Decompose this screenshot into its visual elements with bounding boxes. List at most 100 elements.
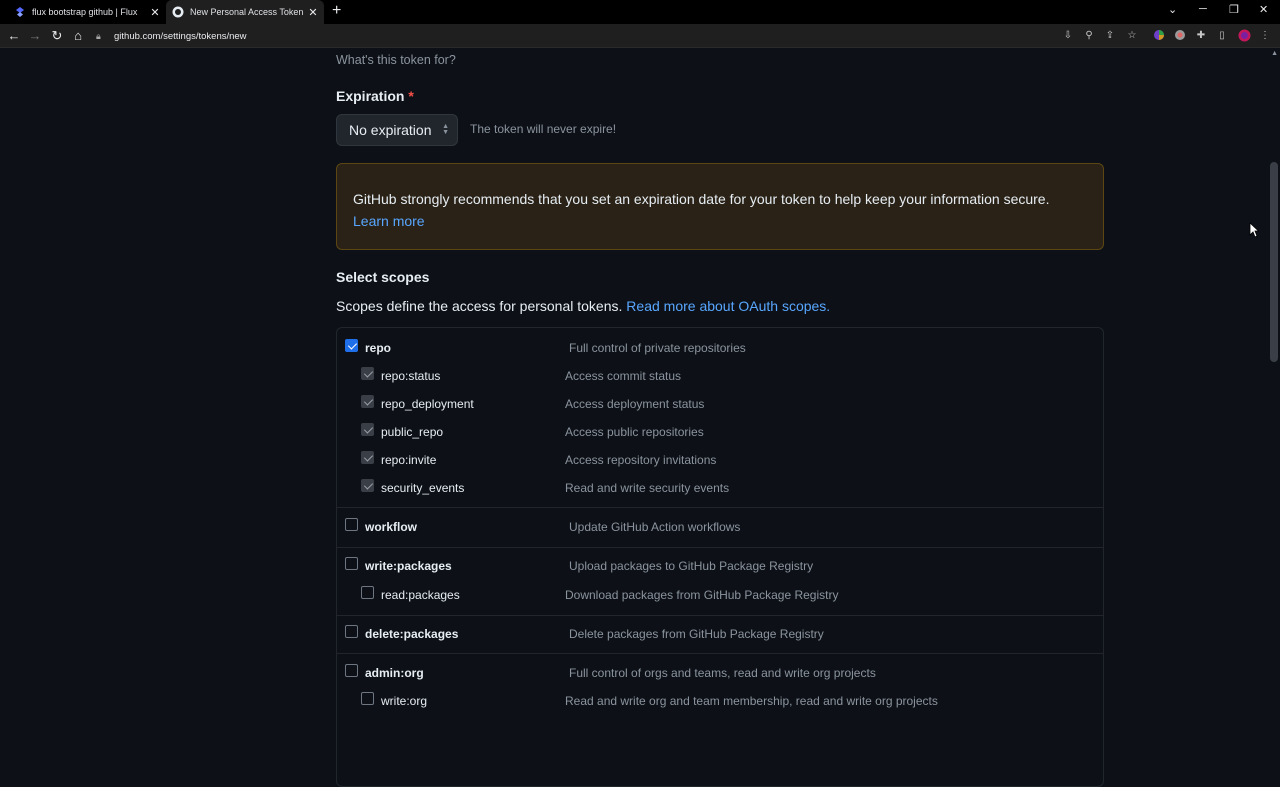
tab-flux[interactable]: flux bootstrap github | Flux ✕ [8, 0, 166, 24]
required-mark: * [408, 88, 414, 104]
scope-row: read:packages Download packages from Git… [337, 585, 1103, 607]
expiration-label: Expiration * [336, 88, 414, 104]
scope-row: repo_deployment Access deployment status [337, 394, 1103, 416]
scope-row: repo:status Access commit status [337, 366, 1103, 388]
extension-circle-icon[interactable] [1173, 29, 1187, 43]
github-favicon-icon [172, 6, 184, 18]
scope-name: repo:status [381, 369, 441, 383]
scope-group-workflow: workflow Update GitHub Action workflows [337, 508, 1103, 548]
tab-new-token[interactable]: New Personal Access Token (Clas ✕ [166, 0, 324, 24]
scope-name: write:packages [365, 559, 452, 573]
scope-checkbox-public-repo[interactable] [361, 423, 374, 436]
scope-description: Access public repositories [565, 425, 704, 439]
note-hint: What's this token for? [336, 53, 456, 67]
menu-kebab-icon[interactable]: ⋮ [1258, 29, 1272, 43]
scope-checkbox-repo-deployment[interactable] [361, 395, 374, 408]
scope-description: Access commit status [565, 369, 682, 383]
minimize-icon[interactable]: ─ [1199, 3, 1207, 15]
scope-row: delete:packages Delete packages from Git… [337, 624, 1103, 646]
scope-name: workflow [365, 520, 418, 534]
tab-title: New Personal Access Token (Clas [190, 7, 306, 17]
toolbar: ← → ↻ ⌂ 🔒︎ github.com/settings/tokens/ne… [0, 24, 1280, 48]
install-icon[interactable]: ⇩ [1061, 29, 1075, 43]
scope-row: write:packages Upload packages to GitHub… [337, 556, 1103, 578]
url-text: github.com/settings/tokens/new [114, 30, 247, 42]
scope-checkbox-read-packages[interactable] [361, 586, 374, 599]
scopes-title: Select scopes [336, 269, 430, 285]
scope-row: repo Full control of private repositorie… [337, 338, 1103, 360]
scope-row: public_repo Access public repositories [337, 422, 1103, 444]
expiration-selected-value: No expiration [349, 122, 432, 138]
scope-checkbox-admin-org[interactable] [345, 664, 358, 677]
share-icon[interactable]: ⇪ [1103, 29, 1117, 43]
scope-group-write-packages: write:packages Upload packages to GitHub… [337, 548, 1103, 616]
scope-group-admin-org: admin:org Full control of orgs and teams… [337, 654, 1103, 754]
scope-description: Full control of private repositories [569, 341, 746, 355]
scope-checkbox-repo[interactable] [345, 339, 358, 352]
scope-name: admin:org [365, 666, 424, 680]
scope-name: repo_deployment [381, 397, 474, 411]
flash-text: GitHub strongly recommends that you set … [353, 191, 1050, 207]
scope-description: Read and write org and team membership, … [565, 694, 938, 708]
extensions-puzzle-icon[interactable]: ✚ [1194, 29, 1208, 43]
bookmark-star-icon[interactable]: ☆ [1125, 29, 1139, 43]
scope-description: Full control of orgs and teams, read and… [569, 666, 876, 680]
close-tab-icon[interactable]: ✕ [148, 6, 162, 19]
scope-group-delete-packages: delete:packages Delete packages from Git… [337, 616, 1103, 654]
scope-row: workflow Update GitHub Action workflows [337, 517, 1103, 539]
scope-checkbox-delete-packages[interactable] [345, 625, 358, 638]
tab-title: flux bootstrap github | Flux [32, 7, 138, 17]
side-panel-icon[interactable]: ▯ [1215, 29, 1229, 43]
scope-checkbox-workflow[interactable] [345, 518, 358, 531]
scope-row: write:org Read and write org and team me… [337, 691, 1103, 713]
scope-description: Access deployment status [565, 397, 705, 411]
scope-name: public_repo [381, 425, 444, 439]
home-icon[interactable]: ⌂ [70, 28, 86, 43]
scope-name: repo [365, 341, 392, 355]
new-tab-icon[interactable]: + [332, 2, 341, 20]
scope-description: Download packages from GitHub Package Re… [565, 588, 839, 602]
address-bar[interactable]: 🔒︎ github.com/settings/tokens/new [96, 27, 1056, 45]
scope-checkbox-repo-invite[interactable] [361, 451, 374, 464]
site-info-icon[interactable]: 🔒︎ [96, 31, 106, 42]
scrollbar-thumb[interactable] [1270, 162, 1278, 362]
flux-favicon-icon [14, 6, 26, 18]
tab-search-icon[interactable]: ⌄ [1168, 3, 1177, 16]
scope-row: security_events Read and write security … [337, 478, 1103, 500]
select-arrows-icon: ▲ ▼ [442, 123, 449, 136]
scopes-list: repo Full control of private repositorie… [336, 327, 1104, 787]
scope-group-repo: repo Full control of private repositorie… [337, 328, 1103, 508]
scope-description: Update GitHub Action workflows [569, 520, 741, 534]
forward-icon[interactable]: → [27, 28, 43, 43]
expiration-note: The token will never expire! [470, 122, 617, 136]
extension-color-icon[interactable] [1152, 29, 1166, 43]
zoom-icon[interactable]: ⚲ [1082, 29, 1096, 43]
reload-icon[interactable]: ↻ [49, 28, 65, 44]
scope-row: admin:org Full control of orgs and teams… [337, 663, 1103, 685]
scope-checkbox-repo-status[interactable] [361, 367, 374, 380]
close-tab-icon[interactable]: ✕ [306, 6, 320, 19]
close-window-icon[interactable]: ✕ [1259, 3, 1268, 16]
oauth-scopes-link[interactable]: Read more about OAuth scopes. [626, 298, 830, 314]
restore-icon[interactable]: ❐ [1229, 3, 1239, 16]
scope-checkbox-write-packages[interactable] [345, 557, 358, 570]
scope-checkbox-write-org[interactable] [361, 692, 374, 705]
scope-description: Upload packages to GitHub Package Regist… [569, 559, 814, 573]
scopes-description: Scopes define the access for personal to… [336, 298, 831, 314]
page-scrollbar[interactable] [1268, 48, 1280, 720]
learn-more-link[interactable]: Learn more [353, 213, 425, 229]
scope-row: repo:invite Access repository invitation… [337, 450, 1103, 472]
profile-avatar-icon[interactable] [1237, 29, 1251, 43]
scope-name: write:org [381, 694, 428, 708]
scroll-up-arrow-icon[interactable]: ▲ [1271, 50, 1278, 57]
scope-description: Read and write security events [565, 481, 730, 495]
back-icon[interactable]: ← [6, 28, 22, 43]
expiration-select[interactable]: No expiration ▲ ▼ [336, 114, 458, 146]
scope-name: repo:invite [381, 453, 437, 467]
scope-checkbox-security-events[interactable] [361, 479, 374, 492]
scope-description: Delete packages from GitHub Package Regi… [569, 627, 824, 641]
tab-strip: flux bootstrap github | Flux ✕ New Perso… [0, 0, 1280, 24]
scope-name: delete:packages [365, 627, 459, 641]
scope-name: read:packages [381, 588, 460, 602]
mouse-cursor-icon [1249, 222, 1259, 238]
